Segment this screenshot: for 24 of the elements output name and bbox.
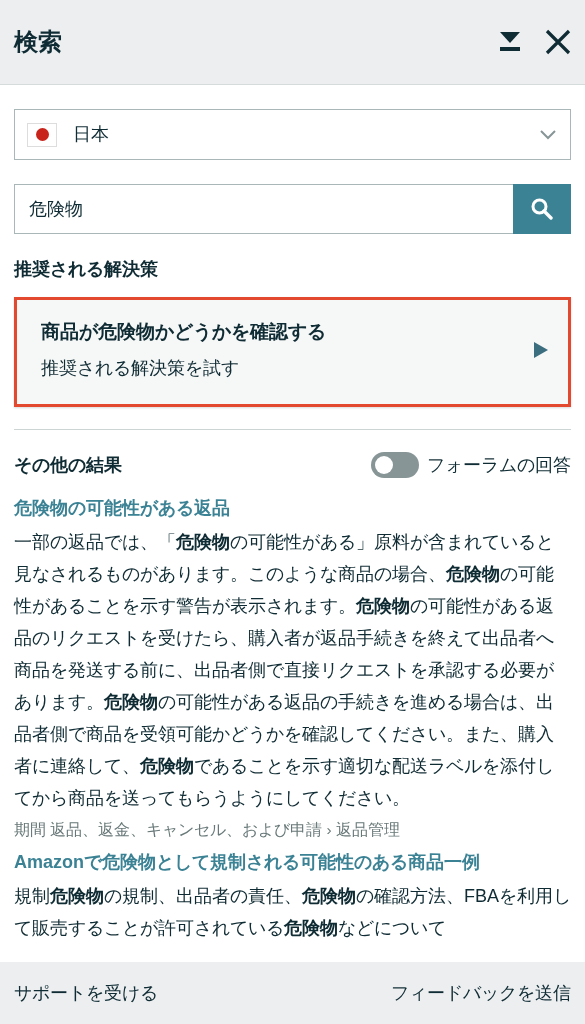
send-feedback-link[interactable]: フィードバックを送信 <box>391 979 571 1007</box>
panel-title: 検索 <box>14 27 62 57</box>
breadcrumb-path: 期間 返品、返金、キャンセル、および申請 › 返品管理 <box>14 819 402 840</box>
result-snippet: 規制危険物の規制、出品者の責任、危険物の確認方法、FBAを利用して販売することが許可されている危険物などについて <box>14 884 571 940</box>
search-icon <box>531 198 553 220</box>
result-link[interactable]: Amazonで危険物として規制される可能性のある商品一例 <box>14 848 480 876</box>
play-arrow-icon <box>534 341 548 358</box>
solution-title: 商品が危険物かどうかを確認する <box>41 320 326 344</box>
chevron-down-icon <box>540 129 556 140</box>
solution-subtitle: 推奨される解決策を試す <box>41 356 240 380</box>
result-snippet: 一部の返品では、「危険物の可能性がある」原料が含まれていると見なされるものがあります。このような商品の場合、危険物の可能性があることを示す警告が表示されます。危険物の可能性がある返品のリクエストを受けたら、購入者が返品手続きを終えて出品者へ商品を発送する前に、出品者側で直接リクエストを承認する必要があります。危険物の可能性がある返品の手続きを進める場合は、出品者側で商品を受領可能かどうかを確認してください。また、購入者に連絡して、危険物であることを示す適切な配送ラベルを添付してから商品を送ってもらうようにしてください。 <box>14 530 555 810</box>
recommended-solution-card[interactable]: 商品が危険物かどうかを確認する 推奨される解決策を試す <box>14 297 571 407</box>
search-field[interactable]: 危険物 <box>14 184 513 234</box>
minimize-icon[interactable] <box>499 32 521 52</box>
country-select[interactable]: 日本 <box>14 109 571 160</box>
result-link[interactable]: 危険物の可能性がある返品 <box>14 494 230 522</box>
section-heading: その他の結果 <box>14 453 122 477</box>
section-heading: 推奨される解決策 <box>14 258 159 281</box>
search-button[interactable] <box>513 184 571 234</box>
get-support-link[interactable]: サポートを受ける <box>14 979 158 1007</box>
flag-icon <box>27 122 57 147</box>
toggle-switch[interactable] <box>371 452 419 478</box>
toggle-label: フォーラムの回答 <box>427 453 571 477</box>
close-icon[interactable] <box>545 29 571 55</box>
